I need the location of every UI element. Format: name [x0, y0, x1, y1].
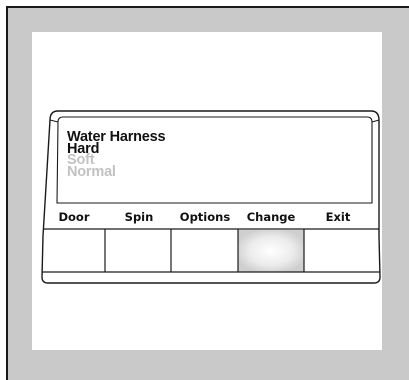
- change-button-label[interactable]: Change: [239, 210, 303, 224]
- exit-button-label[interactable]: Exit: [306, 210, 370, 224]
- door-button-label[interactable]: Door: [42, 210, 106, 224]
- pressed-button-highlight: [238, 230, 304, 272]
- spin-button-label[interactable]: Spin: [107, 210, 171, 224]
- menu-option-normal[interactable]: Normal: [67, 165, 317, 179]
- lcd-menu: Water Harness Hard Soft Normal: [67, 129, 317, 179]
- options-button-label[interactable]: Options: [173, 210, 237, 224]
- menu-title: Water Harness: [67, 129, 166, 145]
- menu-option-hard[interactable]: Hard: [67, 142, 317, 156]
- control-panel-outline: [41, 110, 381, 284]
